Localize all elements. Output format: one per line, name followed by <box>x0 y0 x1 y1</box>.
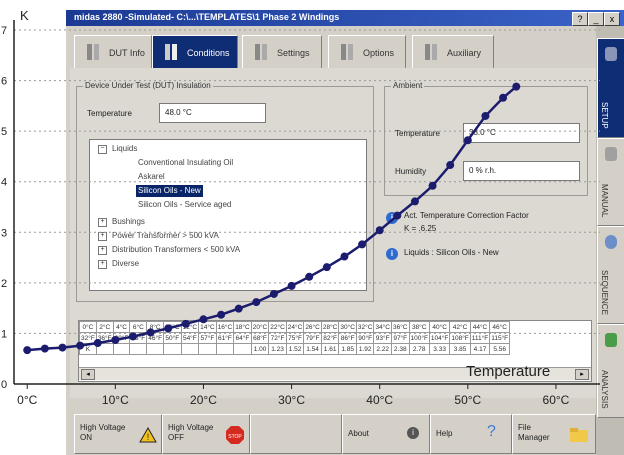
data-point <box>181 319 190 328</box>
series-line <box>27 85 518 352</box>
data-point <box>410 197 419 206</box>
y-tick-label: 1 <box>1 328 7 340</box>
data-point <box>252 298 261 307</box>
data-point <box>23 346 32 355</box>
data-point <box>40 344 49 353</box>
data-point <box>305 272 314 281</box>
data-point <box>146 328 155 337</box>
y-tick-label: 7 <box>1 25 7 37</box>
y-tick-label: 2 <box>1 278 7 290</box>
y-axis-label: K <box>20 8 29 23</box>
data-point <box>512 82 521 91</box>
x-axis-label: Temperature <box>466 363 550 380</box>
y-tick-label: 3 <box>1 227 7 239</box>
x-tick-label: 0°C <box>17 393 37 407</box>
data-point <box>499 93 508 102</box>
chart-grid <box>14 29 600 334</box>
data-point <box>128 332 137 341</box>
data-point <box>58 343 67 352</box>
data-point <box>93 339 102 348</box>
data-point <box>217 310 226 319</box>
y-tick-label: 4 <box>1 177 7 189</box>
data-point <box>463 136 472 145</box>
x-tick-label: 20°C <box>190 393 217 407</box>
data-point <box>199 315 208 324</box>
x-tick-label: 50°C <box>454 393 481 407</box>
data-point <box>393 211 402 220</box>
data-point <box>287 281 296 290</box>
data-point <box>269 289 278 298</box>
y-tick-label: 0 <box>1 379 7 391</box>
data-point <box>428 181 437 190</box>
x-tick-labels: 0°C 10°C 20°C 30°C 40°C 50°C 60°C <box>17 384 570 407</box>
data-point <box>375 226 384 235</box>
data-point <box>234 304 243 313</box>
series-points <box>23 82 521 355</box>
data-point <box>358 240 367 249</box>
data-point <box>446 161 455 170</box>
data-point <box>340 252 349 261</box>
data-point <box>111 336 120 345</box>
data-point <box>164 324 173 333</box>
y-tick-label: 6 <box>1 76 7 88</box>
y-tick-labels: 0 1 2 3 4 5 6 7 <box>1 25 7 391</box>
x-tick-label: 10°C <box>102 393 129 407</box>
k-factor-chart: 0 1 2 3 4 5 6 7 0°C 10°C 20°C 30°C 40°C 50°C 60°C K T… <box>1 8 600 407</box>
x-tick-label: 60°C <box>543 393 570 407</box>
x-tick-label: 40°C <box>366 393 393 407</box>
data-point <box>481 111 490 120</box>
data-point <box>76 341 85 350</box>
y-tick-label: 5 <box>1 126 7 138</box>
data-point <box>322 263 331 272</box>
x-tick-label: 30°C <box>278 393 305 407</box>
